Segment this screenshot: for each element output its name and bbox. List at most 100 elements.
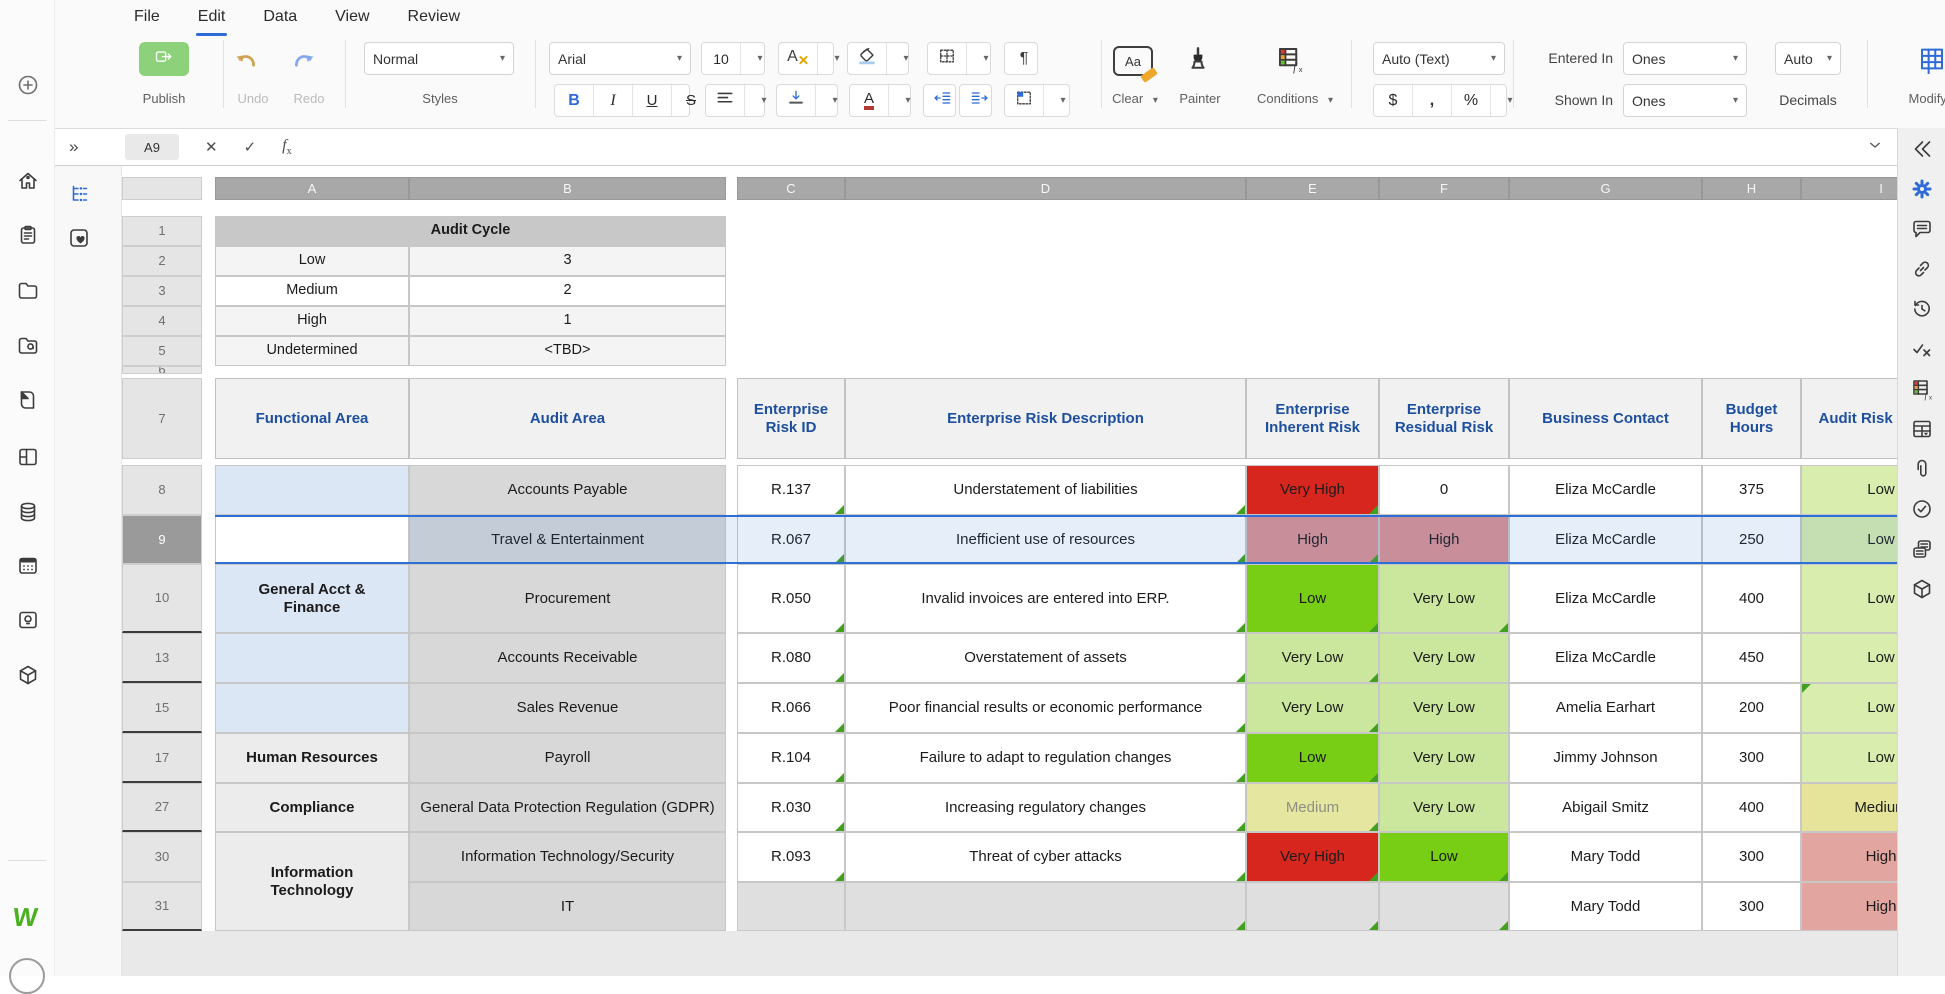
cell-reference-box[interactable]: A9 (125, 134, 179, 160)
column-header-E[interactable]: E (1246, 177, 1379, 200)
new-button[interactable] (15, 74, 41, 100)
cell-I17[interactable]: Low (1801, 733, 1897, 783)
cell-I13[interactable]: Low (1801, 633, 1897, 683)
cell-B31[interactable]: IT (409, 882, 726, 931)
cell-A4[interactable]: High (215, 306, 409, 336)
align-button[interactable]: ▾ (705, 84, 765, 117)
menu-view[interactable]: View (331, 6, 373, 32)
cancel-entry-icon[interactable]: ✕ (205, 138, 218, 156)
cell-E8[interactable]: Very High (1246, 465, 1379, 515)
cell-F27[interactable]: Very Low (1379, 783, 1509, 832)
styles-dropdown[interactable]: Normal▾ (364, 42, 514, 75)
cell-A10[interactable]: General Acct & Finance (215, 564, 409, 633)
number-format-dropdown[interactable]: Auto (Text)▾ (1373, 42, 1505, 75)
cell-B5[interactable]: <TBD> (409, 336, 726, 366)
menu-edit[interactable]: Edit (194, 6, 230, 32)
settings-button[interactable] (1909, 178, 1935, 204)
cell-A30[interactable]: Information Technology (215, 832, 409, 931)
model-button[interactable] (1909, 578, 1935, 604)
cell-I30[interactable]: High (1801, 832, 1897, 882)
cell-H17[interactable]: 300 (1702, 733, 1801, 783)
expand-panel-icon[interactable]: » (69, 137, 76, 157)
shown-in-dropdown[interactable]: Ones▾ (1623, 84, 1747, 117)
documents-button[interactable] (15, 224, 41, 250)
fill-color-button[interactable]: ▾ (847, 42, 909, 75)
clear-format-button[interactable]: A✕ ▾ (778, 42, 834, 75)
cell-A17[interactable]: Human Resources (215, 733, 409, 783)
row-header-5[interactable]: 5 (122, 336, 202, 366)
cell-G13[interactable]: Eliza McCardle (1509, 633, 1702, 683)
row-header-8[interactable]: 8 (122, 465, 202, 515)
redo-button[interactable] (291, 50, 317, 81)
cell-B10[interactable]: Procurement (409, 564, 726, 633)
cell-B30[interactable]: Information Technology/Security (409, 832, 726, 882)
cell-C31[interactable] (737, 882, 845, 931)
row-header-13[interactable]: 13 (122, 633, 202, 683)
links-button[interactable] (1909, 258, 1935, 284)
cell-H30[interactable]: 300 (1702, 832, 1801, 882)
cell-H10[interactable]: 400 (1702, 564, 1801, 633)
column-header-I[interactable]: I (1801, 177, 1897, 200)
cell-E9[interactable]: High (1246, 515, 1379, 564)
cell-E31[interactable] (1246, 882, 1379, 931)
cell-F9[interactable]: High (1379, 515, 1509, 564)
formula-bar-expand-icon[interactable] (1867, 137, 1883, 158)
row-header-1[interactable]: 1 (122, 216, 202, 246)
account-avatar[interactable] (9, 958, 45, 994)
cell-B3[interactable]: 2 (409, 276, 726, 306)
cell-C27[interactable]: R.030 (737, 783, 845, 832)
cell-D30[interactable]: Threat of cyber attacks (845, 832, 1246, 882)
cell-H7-header[interactable]: Budget Hours (1702, 378, 1801, 459)
boards-button[interactable] (15, 446, 41, 472)
currency-button[interactable]: $ (1374, 85, 1413, 116)
cell-C8[interactable]: R.137 (737, 465, 845, 515)
cell-A7-header[interactable]: Functional Area (215, 378, 409, 459)
menu-data[interactable]: Data (259, 6, 301, 32)
row-header-3[interactable]: 3 (122, 276, 202, 306)
cell-D9[interactable]: Inefficient use of resources (845, 515, 1246, 564)
row-header-10[interactable]: 10 (122, 564, 202, 633)
cell-I9[interactable]: Low (1801, 515, 1897, 564)
column-header-F[interactable]: F (1379, 177, 1509, 200)
cell-F17[interactable]: Very Low (1379, 733, 1509, 783)
cell-C17[interactable]: R.104 (737, 733, 845, 783)
cell-A13[interactable] (215, 633, 409, 683)
cell-B8[interactable]: Accounts Payable (409, 465, 726, 515)
menu-review[interactable]: Review (404, 6, 464, 32)
cell-F31[interactable] (1379, 882, 1509, 931)
comma-button[interactable]: , (1413, 85, 1452, 116)
undo-button[interactable] (233, 50, 259, 81)
cell-B4[interactable]: 1 (409, 306, 726, 336)
approvals-button[interactable] (1909, 498, 1935, 524)
row-header-2[interactable]: 2 (122, 246, 202, 276)
outline-button[interactable] (67, 182, 91, 211)
column-header-G[interactable]: G (1509, 177, 1702, 200)
cell-H9[interactable]: 250 (1702, 515, 1801, 564)
italic-button[interactable]: I (594, 85, 633, 116)
cell-D13[interactable]: Overstatement of assets (845, 633, 1246, 683)
cell-F15[interactable]: Very Low (1379, 683, 1509, 733)
cell-G15[interactable]: Amelia Earhart (1509, 683, 1702, 733)
cell-G10[interactable]: Eliza McCardle (1509, 564, 1702, 633)
auto-decimals-dropdown[interactable]: Auto▾ (1775, 42, 1841, 75)
cell-D8[interactable]: Understatement of liabilities (845, 465, 1246, 515)
collapse-button[interactable] (1909, 138, 1935, 164)
column-header-D[interactable]: D (845, 177, 1246, 200)
cell-I7-header[interactable]: Audit Risk Rating (1801, 378, 1897, 459)
cell-B27[interactable]: General Data Protection Regulation (GDPR… (409, 783, 726, 832)
column-header-B[interactable]: B (409, 177, 726, 200)
cell-H15[interactable]: 200 (1702, 683, 1801, 733)
cell-H31[interactable]: 300 (1702, 882, 1801, 931)
underline-button[interactable]: U (633, 85, 672, 116)
row-header-15[interactable]: 15 (122, 683, 202, 733)
cell-format-button[interactable]: ▾ (1004, 84, 1070, 117)
cell-F10[interactable]: Very Low (1379, 564, 1509, 633)
cell-E15[interactable]: Very Low (1246, 683, 1379, 733)
modify-button[interactable] (1917, 44, 1945, 79)
cell-E10[interactable]: Low (1246, 564, 1379, 633)
cell-D7-header[interactable]: Enterprise Risk Description (845, 378, 1246, 459)
font-size-dropdown[interactable]: 10 ▾ (701, 42, 765, 75)
cell-A27[interactable]: Compliance (215, 783, 409, 832)
cell-E13[interactable]: Very Low (1246, 633, 1379, 683)
folders-button[interactable] (15, 279, 41, 305)
